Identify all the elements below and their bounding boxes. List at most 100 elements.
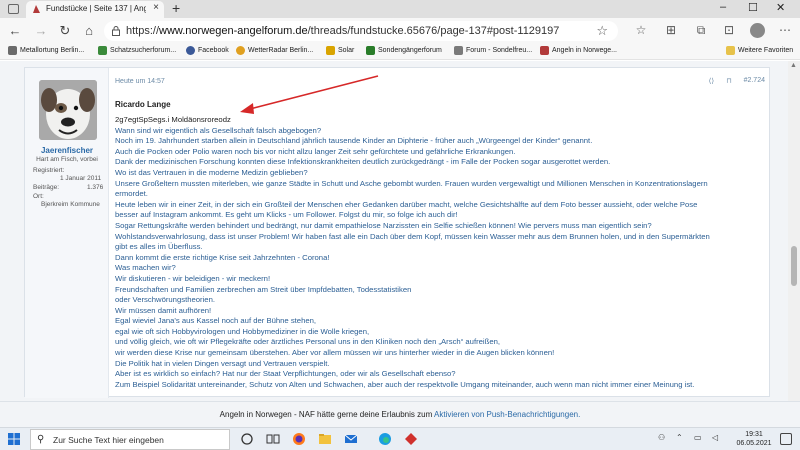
extensions-icon[interactable]: ⧉ (692, 23, 710, 38)
maximize-icon[interactable]: ☐ (748, 1, 758, 14)
volume-icon[interactable]: ◁ (712, 433, 718, 442)
site-favicon-icon (33, 5, 40, 13)
collections-icon[interactable]: ⊞ (662, 23, 680, 37)
notification-link[interactable]: Aktivieren von Push-Benachrichtigungen. (434, 410, 580, 419)
url-path: /threads/fundstucke.65676/page-137#post-… (307, 25, 560, 37)
address-bar[interactable]: https://www.norwegen-angelforum.de/threa… (104, 21, 618, 41)
bookmark-item[interactable]: Metallortung Berlin... (8, 46, 84, 55)
people-icon[interactable]: ⚇ (658, 433, 665, 442)
post-line: und völlig gleich, wie oft wir Pflegekrä… (115, 337, 501, 347)
registered-value: 1 Januar 2011 (60, 175, 102, 182)
scrollbar-thumb[interactable] (791, 246, 797, 286)
post-line: Wir müssen damit aufhören! (115, 305, 212, 315)
bookmark-favicon-icon (236, 46, 245, 55)
location-label: Ort: (33, 193, 44, 200)
post-actions: ⟨⟩ ⊓ #2.724 (709, 77, 765, 85)
bookmark-item[interactable]: Forum - Sondelfreu... (454, 46, 532, 55)
facebook-icon (186, 46, 195, 55)
search-icon: ⚲ (37, 434, 45, 445)
post-line: Die Politik hat in vielen Dingen versagt… (115, 358, 330, 368)
post-line: Unsere Großeltern mussten miterleben, wi… (115, 178, 708, 188)
scroll-up-icon[interactable]: ▲ (790, 62, 797, 69)
bookmark-item[interactable]: Sondengängerforum (366, 46, 442, 55)
edge-icon[interactable] (378, 432, 392, 446)
browser-tab[interactable]: Fundstücke | Seite 137 | Angeln i × (26, 1, 164, 18)
task-view-icon[interactable] (266, 432, 280, 446)
minimize-icon[interactable]: – (720, 1, 726, 13)
bookmark-label: Schatzsucherforum... (110, 47, 177, 54)
url-prefix: https:// (126, 25, 160, 37)
network-icon[interactable]: ▭ (694, 433, 702, 442)
post-timestamp[interactable]: Heute um 14:57 (115, 78, 165, 85)
url-text: https://www.norwegen-angelforum.de/threa… (126, 25, 559, 37)
favorite-star-icon[interactable]: ☆ (596, 23, 608, 39)
posts-label: Beiträge: (33, 184, 60, 191)
bookmark-label: Sondengängerforum (378, 47, 442, 54)
user-title: Hart am Fisch, vorbei (36, 156, 98, 163)
post-line: Zum Beispiel Solidarität untereinander, … (115, 379, 695, 389)
clock-time: 19:31 (745, 431, 763, 438)
taskbar: ⚲ Zur Suche Text hier eingeben ⚇ ⌃ ▭ ◁ 1… (0, 427, 800, 450)
bookmarks-bar: Metallortung Berlin... Schatzsucherforum… (0, 44, 800, 60)
firefox-icon[interactable] (292, 432, 306, 446)
other-favorites-label: Weitere Favoriten (738, 47, 794, 54)
post-line: wir werden diese Krise nur gemeinsam übe… (115, 348, 555, 358)
bookmark-item[interactable]: Solar (326, 46, 354, 55)
lock-icon (112, 26, 120, 36)
post-line: Wann sind wir eigentlich als Gesellschaf… (115, 125, 322, 135)
mail-icon[interactable] (344, 432, 358, 446)
windows-start-icon[interactable] (8, 433, 20, 445)
app-icon[interactable] (404, 432, 418, 446)
post-line: 2g7egtSpSegs.i Moldäonsroreodz (115, 115, 231, 124)
url-host: www.norwegen-angelforum.de (159, 25, 308, 37)
forum-post: Jaerenfischer Hart am Fisch, vorbei Regi… (24, 67, 770, 398)
clock[interactable]: 19:31 06.05.2021 (734, 430, 774, 448)
post-line: Was machen wir? (115, 263, 176, 273)
post-body: Heute um 14:57 ⟨⟩ ⊓ #2.724 Ricardo Lange… (115, 68, 765, 398)
taskbar-search[interactable]: ⚲ Zur Suche Text hier eingeben (30, 429, 230, 450)
reading-icon[interactable]: ⊡ (720, 23, 738, 37)
more-menu-icon[interactable]: ⋯ (776, 23, 794, 37)
user-info-panel: Jaerenfischer Hart am Fisch, vorbei Regi… (25, 68, 109, 398)
bookmark-favicon-icon (8, 46, 17, 55)
post-line: besser auf Instagram ankommt. Es geht um… (115, 210, 458, 220)
bookmark-item[interactable]: Angeln in Norwege... (540, 46, 617, 55)
profile-avatar[interactable] (750, 23, 765, 38)
close-window-icon[interactable]: ✕ (776, 1, 785, 14)
bookmark-item[interactable]: Facebook (186, 46, 229, 55)
favorites-icon[interactable]: ☆ (632, 23, 650, 37)
file-explorer-icon[interactable] (318, 432, 332, 446)
clock-date: 06.05.2021 (736, 440, 772, 447)
bookmark-icon[interactable]: ⊓ (726, 77, 731, 85)
post-line: Wo ist das Vertrauen in die moderne Medi… (115, 167, 308, 177)
cortana-icon[interactable] (240, 432, 254, 446)
username[interactable]: Jaerenfischer (25, 146, 109, 155)
bookmark-favicon-icon (326, 46, 335, 55)
registered-label: Registriert: (33, 167, 65, 174)
back-icon[interactable]: ← (6, 23, 24, 38)
share-icon[interactable]: ⟨⟩ (709, 77, 714, 85)
bookmark-favicon-icon (366, 46, 375, 55)
new-tab-icon[interactable]: + (172, 0, 180, 16)
post-number[interactable]: #2.724 (744, 77, 765, 85)
bookmark-item[interactable]: WetterRadar Berlin... (236, 46, 313, 55)
push-notification-bar: Angeln in Norwegen - NAF hätte gerne dei… (0, 401, 800, 427)
tab-actions-icon[interactable] (8, 4, 19, 14)
bookmark-favicon-icon (98, 46, 107, 55)
user-avatar[interactable] (39, 80, 97, 140)
bookmark-favicon-icon (454, 46, 463, 55)
close-tab-icon[interactable]: × (153, 2, 159, 13)
scrollbar[interactable]: ▲ (788, 61, 800, 401)
bookmark-favicon-icon (540, 46, 549, 55)
bookmark-label: Facebook (198, 47, 229, 54)
tray-arrow-icon[interactable]: ⌃ (676, 433, 683, 442)
refresh-icon[interactable]: ↻ (56, 23, 74, 39)
other-favorites[interactable]: Weitere Favoriten (726, 46, 793, 55)
bookmark-item[interactable]: Schatzsucherforum... (98, 46, 176, 55)
tab-bar: Fundstücke | Seite 137 | Angeln i × + – … (0, 0, 800, 18)
forward-icon[interactable]: → (32, 23, 50, 38)
bookmark-label: Angeln in Norwege... (552, 47, 617, 54)
post-line: gibt es alles im Überfluss. (115, 242, 203, 252)
action-center-icon[interactable] (780, 433, 792, 445)
home-icon[interactable]: ⌂ (80, 23, 98, 38)
